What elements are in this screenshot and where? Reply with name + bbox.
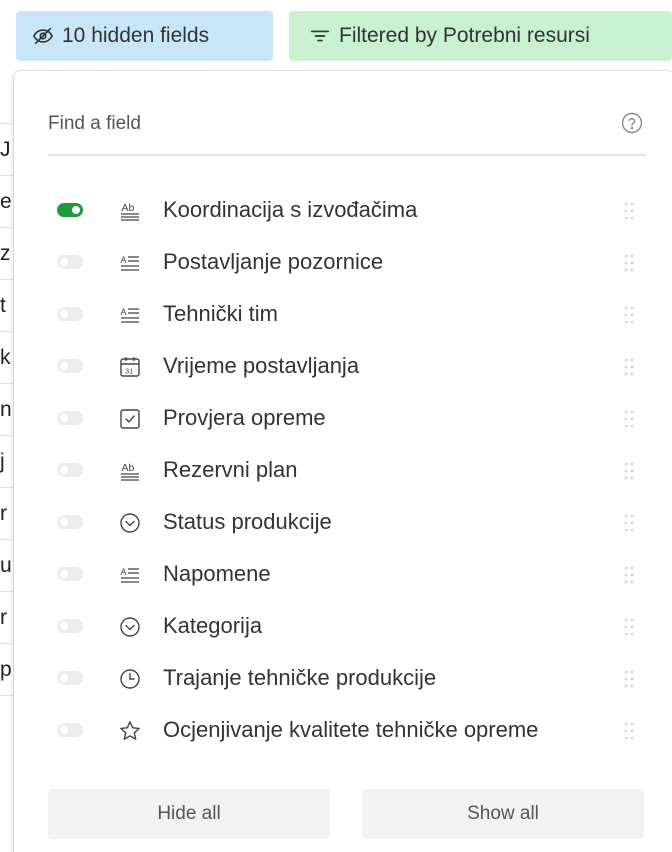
eye-slash-icon [32, 25, 54, 47]
grid-row: u [0, 540, 14, 592]
drag-handle-icon[interactable] [622, 461, 636, 481]
app-stage: 10 hidden fields Filtered by Potrebni re… [0, 0, 672, 852]
grid-row: J [0, 124, 14, 176]
drag-handle-icon[interactable] [622, 617, 636, 637]
drag-handle-icon[interactable] [622, 669, 636, 689]
field-row-koordinacija[interactable]: Ab Koordinacija s izvođačima [14, 185, 672, 237]
grid-row: e [0, 176, 14, 228]
field-label: Provjera opreme [163, 405, 326, 430]
grid-row: p [0, 644, 14, 696]
drag-handle-icon[interactable] [622, 201, 636, 221]
field-row-status-produkcije[interactable]: Status produkcije [14, 497, 672, 549]
visibility-toggle[interactable] [57, 723, 83, 737]
visibility-toggle[interactable] [57, 203, 83, 217]
background-grid-strip: J e z t k n j r u r p [0, 72, 14, 852]
field-row-provjera-opreme[interactable]: Provjera opreme [14, 393, 672, 445]
grid-row: z [0, 228, 14, 280]
field-label: Vrijeme postavljanja [163, 353, 360, 378]
drag-handle-icon[interactable] [622, 721, 636, 741]
visibility-toggle[interactable] [57, 411, 83, 425]
visibility-toggle[interactable] [57, 515, 83, 529]
hidden-fields-button[interactable]: 10 hidden fields [16, 11, 273, 61]
drag-handle-icon[interactable] [622, 565, 636, 585]
grid-row: r [0, 488, 14, 540]
rich-text-icon: A [118, 251, 142, 275]
field-row-rezervni-plan[interactable]: Ab Rezervni plan [14, 445, 672, 497]
visibility-toggle[interactable] [57, 567, 83, 581]
visibility-toggle[interactable] [57, 307, 83, 321]
visibility-toggle[interactable] [57, 359, 83, 373]
svg-text:A: A [121, 255, 127, 265]
clock-icon [118, 667, 142, 691]
filter-button[interactable]: Filtered by Potrebni resursi [289, 11, 672, 61]
filter-label: Filtered by Potrebni resursi [339, 24, 590, 47]
field-label: Trajanje tehničke produkcije [163, 665, 437, 690]
drag-handle-icon[interactable] [622, 305, 636, 325]
hide-all-button[interactable]: Hide all [48, 789, 330, 839]
field-row-postavljanje-pozornice[interactable]: A Postavljanje pozornice [14, 237, 672, 289]
field-label: Tehnički tim [163, 301, 278, 326]
find-field-input[interactable] [48, 109, 588, 139]
rich-text-icon: A [118, 563, 142, 587]
grid-row: t [0, 280, 14, 332]
field-label: Ocjenjivanje kvalitete tehničke opreme [163, 717, 539, 742]
svg-text:Ab: Ab [122, 202, 135, 214]
single-select-icon [118, 511, 142, 535]
field-search-row [48, 101, 646, 156]
drag-handle-icon[interactable] [622, 357, 636, 377]
field-label: Status produkcije [163, 509, 332, 534]
single-select-icon [118, 615, 142, 639]
field-row-trajanje[interactable]: Trajanje tehničke produkcije [14, 653, 672, 705]
drag-handle-icon[interactable] [622, 513, 636, 533]
visibility-toggle[interactable] [57, 463, 83, 477]
field-row-ocjenjivanje[interactable]: Ocjenjivanje kvalitete tehničke opreme [14, 705, 672, 757]
rich-text-icon: A [118, 303, 142, 327]
svg-text:A: A [121, 567, 127, 577]
grid-row [0, 72, 14, 124]
grid-row: r [0, 592, 14, 644]
hide-fields-popup: Ab Koordinacija s izvođačima A [14, 71, 672, 852]
show-all-button[interactable]: Show all [362, 789, 644, 839]
grid-row: k [0, 332, 14, 384]
field-row-napomene[interactable]: A Napomene [14, 549, 672, 601]
field-row-vrijeme-postavljanja[interactable]: 31 Vrijeme postavljanja [14, 341, 672, 393]
field-label: Napomene [163, 561, 271, 586]
visibility-toggle[interactable] [57, 255, 83, 269]
svg-text:31: 31 [125, 367, 133, 376]
long-text-icon: Ab [118, 199, 142, 223]
long-text-icon: Ab [118, 459, 142, 483]
checkbox-icon [118, 407, 142, 431]
hidden-fields-label: 10 hidden fields [62, 24, 210, 47]
field-label: Postavljanje pozornice [163, 249, 384, 274]
filter-lines-icon [309, 25, 331, 47]
star-icon [118, 719, 142, 743]
visibility-toggle[interactable] [57, 671, 83, 685]
calendar-icon: 31 [118, 355, 142, 379]
svg-text:A: A [121, 307, 127, 317]
question-circle-icon[interactable] [620, 111, 644, 135]
drag-handle-icon[interactable] [622, 253, 636, 273]
field-label: Kategorija [163, 613, 263, 638]
field-label: Rezervni plan [163, 457, 298, 482]
grid-row: n [0, 384, 14, 436]
grid-row: j [0, 436, 14, 488]
field-row-kategorija[interactable]: Kategorija [14, 601, 672, 653]
drag-handle-icon[interactable] [622, 409, 636, 429]
svg-text:Ab: Ab [122, 462, 135, 474]
visibility-toggle[interactable] [57, 619, 83, 633]
field-row-tehnicki-tim[interactable]: A Tehnički tim [14, 289, 672, 341]
field-label: Koordinacija s izvođačima [163, 197, 418, 222]
view-toolbar: 10 hidden fields Filtered by Potrebni re… [0, 0, 672, 72]
